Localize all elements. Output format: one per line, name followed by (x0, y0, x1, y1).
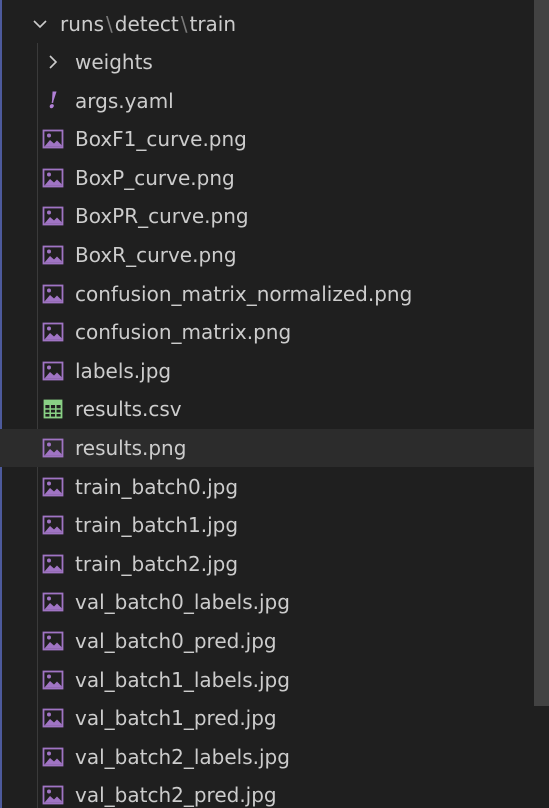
path-separator: \ (180, 12, 188, 36)
file-item-labels-jpg[interactable]: labels.jpg (0, 352, 534, 390)
image-file-icon (42, 707, 64, 729)
file-item-label: val_batch2_labels.jpg (75, 744, 290, 769)
yaml-file-icon: ! (48, 87, 58, 114)
file-item-label: BoxF1_curve.png (75, 127, 247, 152)
file-item-val-batch1-pred-jpg[interactable]: val_batch1_pred.jpg (0, 699, 534, 737)
file-item-label: weights (75, 50, 153, 74)
chevron-down-icon (30, 14, 50, 34)
file-item-boxf1-curve-png[interactable]: BoxF1_curve.png (0, 120, 534, 158)
file-item-label: results.csv (75, 397, 182, 422)
image-file-icon (42, 669, 64, 691)
image-file-icon (42, 167, 64, 189)
file-item-label: args.yaml (75, 88, 174, 113)
image-file-icon (42, 784, 64, 806)
file-item-boxpr-curve-png[interactable]: BoxPR_curve.png (0, 197, 534, 235)
file-item-args-yaml[interactable]: ! args.yaml (0, 82, 534, 120)
file-item-label: train_batch2.jpg (75, 551, 239, 576)
file-item-weights[interactable]: weights (0, 43, 534, 81)
image-file-icon (42, 630, 64, 652)
csv-file-icon (42, 398, 64, 420)
folder-path-segment: runs (60, 12, 104, 36)
image-file-icon (42, 283, 64, 305)
file-item-confusion-matrix-normalized-png[interactable]: confusion_matrix_normalized.png (0, 275, 534, 313)
chevron-right-icon (42, 51, 64, 73)
image-file-icon (42, 591, 64, 613)
file-item-val-batch1-labels-jpg[interactable]: val_batch1_labels.jpg (0, 661, 534, 699)
image-file-icon (42, 244, 64, 266)
file-item-val-batch2-labels-jpg[interactable]: val_batch2_labels.jpg (0, 738, 534, 776)
file-item-val-batch2-pred-jpg[interactable]: val_batch2_pred.jpg (0, 776, 534, 808)
scrollbar-thumb[interactable] (534, 0, 549, 706)
image-file-icon (42, 514, 64, 536)
file-item-confusion-matrix-png[interactable]: confusion_matrix.png (0, 313, 534, 351)
file-item-label: val_batch1_pred.jpg (75, 706, 277, 731)
file-item-train-batch1-jpg[interactable]: train_batch1.jpg (0, 506, 534, 544)
folder-path-segment: detect (114, 12, 179, 36)
file-item-label: confusion_matrix_normalized.png (75, 281, 413, 306)
file-item-val-batch0-labels-jpg[interactable]: val_batch0_labels.jpg (0, 583, 534, 621)
file-item-train-batch0-jpg[interactable]: train_batch0.jpg (0, 468, 534, 506)
file-item-train-batch2-jpg[interactable]: train_batch2.jpg (0, 545, 534, 583)
file-item-label: val_batch1_labels.jpg (75, 667, 290, 692)
file-item-label: labels.jpg (75, 358, 172, 383)
file-item-label: BoxR_curve.png (75, 243, 237, 267)
file-item-results-png[interactable]: results.png (0, 429, 534, 467)
file-item-label: train_batch1.jpg (75, 513, 239, 538)
image-file-icon (42, 321, 64, 343)
file-item-label: val_batch0_pred.jpg (75, 629, 277, 653)
file-item-label: val_batch0_labels.jpg (75, 590, 290, 615)
file-item-label: train_batch0.jpg (75, 474, 239, 499)
folder-runs-detect-train[interactable]: runs \ detect \ train (0, 5, 534, 43)
file-item-results-csv[interactable]: results.csv (0, 390, 534, 428)
path-separator: \ (106, 12, 113, 36)
file-item-label: BoxP_curve.png (75, 165, 235, 190)
file-item-label: results.png (75, 436, 187, 460)
folder-path-segment: train (189, 12, 237, 36)
file-item-boxp-curve-png[interactable]: BoxP_curve.png (0, 159, 534, 197)
file-item-boxr-curve-png[interactable]: BoxR_curve.png (0, 236, 534, 274)
image-file-icon (42, 746, 64, 768)
image-file-icon (42, 437, 64, 459)
image-file-icon (42, 205, 64, 227)
image-file-icon (42, 128, 64, 150)
file-item-label: confusion_matrix.png (75, 320, 292, 345)
file-item-label: val_batch2_pred.jpg (75, 783, 277, 808)
file-item-val-batch0-pred-jpg[interactable]: val_batch0_pred.jpg (0, 622, 534, 660)
image-file-icon (42, 360, 64, 382)
image-file-icon (42, 553, 64, 575)
file-explorer: runs \ detect \ train weights! args.yaml B… (0, 0, 549, 808)
image-file-icon (42, 476, 64, 498)
file-item-label: BoxPR_curve.png (75, 204, 249, 229)
